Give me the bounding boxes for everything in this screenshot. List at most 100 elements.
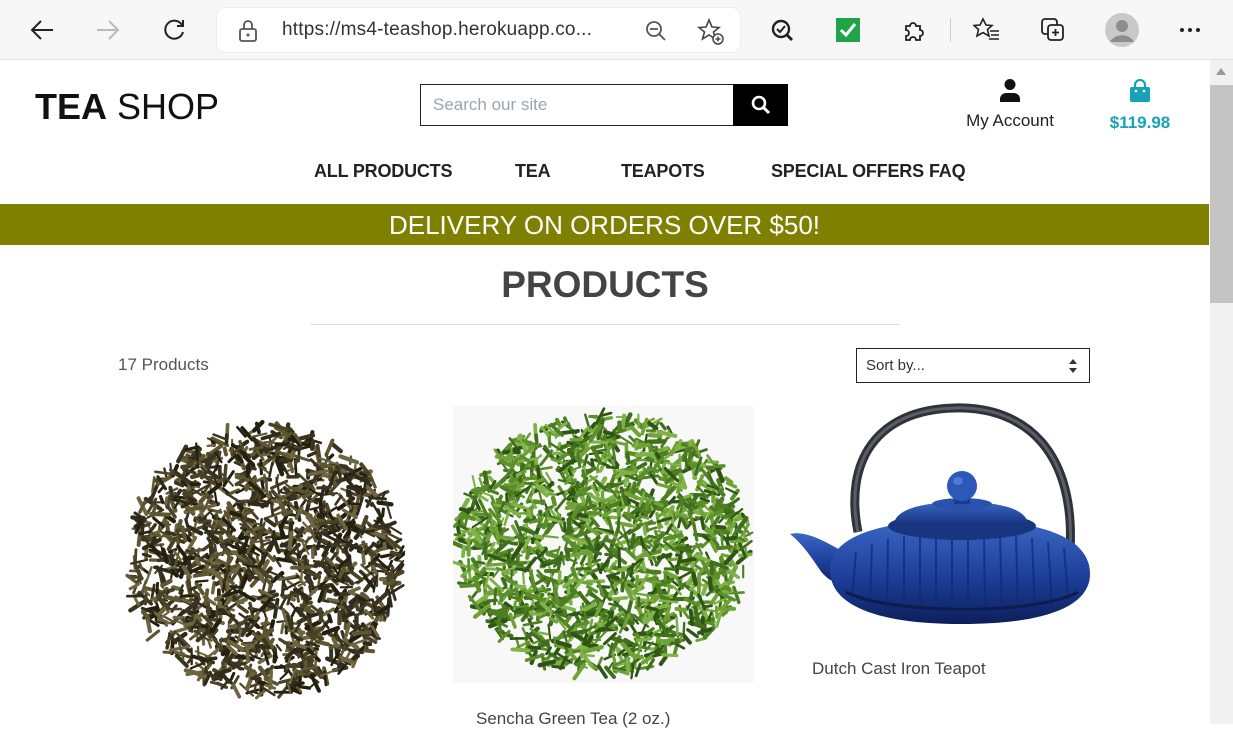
tea-leaf bbox=[247, 646, 248, 662]
extensions-icon[interactable] bbox=[894, 10, 934, 50]
nav-all-products[interactable]: ALL PRODUCTS bbox=[314, 161, 452, 182]
tea-leaf bbox=[205, 590, 207, 606]
tea-leaf bbox=[159, 487, 163, 492]
forward-icon[interactable] bbox=[88, 10, 128, 50]
tea-leaf bbox=[333, 444, 341, 451]
tea-leaf bbox=[139, 530, 141, 545]
tea-leaf bbox=[392, 553, 399, 555]
tracking-extension-icon[interactable] bbox=[762, 10, 802, 50]
tea-leaf bbox=[358, 531, 373, 532]
nav-tea[interactable]: TEA bbox=[515, 161, 550, 182]
tea-leaf bbox=[710, 578, 711, 589]
scrollbar-thumb[interactable] bbox=[1210, 85, 1233, 303]
lock-icon[interactable] bbox=[237, 19, 259, 48]
tea-leaf bbox=[192, 475, 198, 477]
tea-leaf bbox=[239, 614, 245, 618]
tea-leaf bbox=[605, 432, 614, 435]
tea-leaf bbox=[391, 527, 401, 533]
tea-leaf bbox=[233, 685, 239, 697]
tea-leaf bbox=[567, 525, 569, 532]
search-icon bbox=[751, 95, 771, 115]
tea-leaf bbox=[374, 567, 376, 574]
site-logo[interactable]: TEA SHOP bbox=[35, 86, 219, 128]
tea-leaf bbox=[213, 583, 215, 593]
nav-faq[interactable]: FAQ bbox=[929, 161, 965, 182]
search-input[interactable] bbox=[421, 85, 733, 125]
checkmark-extension-icon[interactable] bbox=[828, 10, 868, 50]
tea-leaf bbox=[383, 509, 384, 516]
tea-leaf bbox=[301, 501, 305, 507]
tea-leaf bbox=[503, 579, 506, 585]
product-image-dark-tea[interactable] bbox=[125, 420, 405, 700]
tea-leaf bbox=[252, 692, 258, 694]
refresh-icon[interactable] bbox=[154, 10, 194, 50]
tea-leaf bbox=[188, 577, 190, 594]
my-account-link[interactable]: My Account bbox=[955, 78, 1065, 131]
shopping-bag-link[interactable]: $119.98 bbox=[1097, 79, 1183, 133]
tea-leaf bbox=[231, 673, 234, 679]
tea-leaf bbox=[294, 683, 303, 685]
tea-leaf bbox=[379, 503, 392, 505]
tea-leaf bbox=[313, 588, 327, 589]
tea-leaf bbox=[282, 624, 284, 632]
tea-leaf bbox=[207, 619, 216, 620]
tea-leaf bbox=[610, 604, 622, 607]
tea-leaf bbox=[603, 413, 612, 415]
tea-leaf bbox=[143, 554, 150, 556]
tea-leaf bbox=[618, 518, 619, 531]
tea-leaf bbox=[350, 492, 351, 500]
tea-leaf bbox=[704, 606, 712, 607]
product-image-teapot[interactable] bbox=[786, 402, 1092, 634]
product-name-teapot[interactable]: Dutch Cast Iron Teapot bbox=[812, 659, 986, 679]
tea-leaf bbox=[622, 416, 624, 430]
address-bar[interactable]: https://ms4-teashop.herokuapp.co... bbox=[217, 8, 740, 52]
loose-dark-tea-leaves-image bbox=[125, 420, 405, 700]
nav-teapots[interactable]: TEAPOTS bbox=[621, 161, 705, 182]
tea-leaf bbox=[239, 606, 248, 612]
tea-leaf bbox=[532, 487, 534, 494]
tea-leaf bbox=[197, 558, 200, 564]
tea-leaf bbox=[267, 442, 275, 443]
tea-leaf bbox=[618, 508, 619, 517]
tea-leaf bbox=[546, 536, 558, 537]
search-button[interactable] bbox=[733, 84, 788, 126]
tea-leaf bbox=[722, 586, 729, 589]
tea-leaf bbox=[672, 599, 686, 600]
back-icon[interactable] bbox=[22, 10, 62, 50]
sort-select[interactable]: Sort by... bbox=[856, 348, 1090, 383]
tea-leaf bbox=[592, 446, 601, 448]
tea-leaf bbox=[537, 579, 545, 584]
delivery-banner: DELIVERY ON ORDERS OVER $50! bbox=[0, 204, 1209, 245]
tea-leaf bbox=[210, 467, 220, 468]
tea-leaf bbox=[309, 453, 316, 456]
add-favorite-icon[interactable] bbox=[697, 18, 725, 51]
tea-leaf bbox=[649, 536, 656, 538]
tea-leaf bbox=[310, 587, 311, 594]
more-menu-icon[interactable] bbox=[1170, 10, 1210, 50]
tea-leaf bbox=[649, 578, 656, 579]
product-name-sencha[interactable]: Sencha Green Tea (2 oz.) bbox=[476, 709, 670, 729]
favorites-icon[interactable] bbox=[967, 10, 1007, 50]
profile-avatar-icon[interactable] bbox=[1102, 10, 1142, 50]
logo-rest-text: SHOP bbox=[107, 86, 219, 127]
zoom-out-icon[interactable] bbox=[644, 19, 668, 48]
shopping-bag-icon bbox=[1129, 79, 1151, 103]
tea-leaf bbox=[553, 498, 555, 504]
tea-leaf bbox=[612, 580, 620, 581]
collections-icon[interactable] bbox=[1033, 10, 1073, 50]
tea-leaf bbox=[637, 576, 638, 587]
tea-leaf bbox=[686, 599, 698, 605]
tea-leaf bbox=[252, 678, 260, 679]
tea-leaf bbox=[597, 465, 598, 473]
url-text[interactable]: https://ms4-teashop.herokuapp.co... bbox=[282, 19, 592, 41]
product-image-sencha[interactable] bbox=[453, 406, 754, 683]
tea-leaf bbox=[559, 572, 560, 582]
tea-leaf bbox=[256, 612, 259, 618]
tea-leaf bbox=[636, 664, 640, 676]
tea-leaf bbox=[229, 457, 233, 461]
scroll-up-icon[interactable] bbox=[1216, 68, 1226, 75]
tea-leaf bbox=[498, 537, 513, 539]
tea-leaf bbox=[213, 566, 220, 567]
nav-special-offers[interactable]: SPECIAL OFFERS bbox=[771, 161, 924, 182]
tea-leaf bbox=[619, 423, 620, 430]
